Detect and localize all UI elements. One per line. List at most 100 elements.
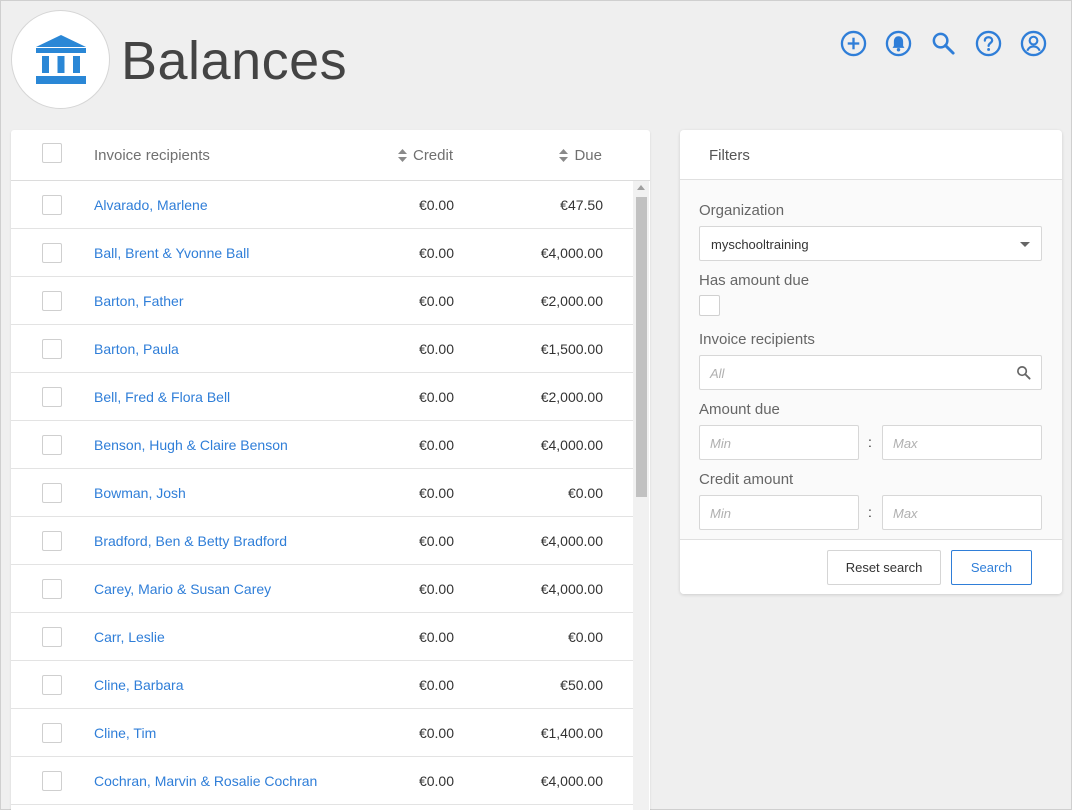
has-amount-due-checkbox[interactable] (699, 295, 720, 316)
due-value: €0.00 (567, 485, 603, 501)
chevron-down-icon (1020, 242, 1030, 247)
range-separator: : (868, 504, 872, 520)
filters-panel: Filters Organization myschooltraining Ha… (680, 130, 1062, 594)
due-value: €47.50 (560, 197, 603, 213)
table-row: Ball, Brent & Yvonne Ball €0.00 €4,000.00 (11, 229, 633, 277)
row-checkbox[interactable] (42, 531, 62, 551)
due-value: €1,500.00 (540, 341, 603, 357)
add-circle-icon[interactable] (840, 30, 867, 57)
column-header-credit[interactable]: Credit (397, 147, 453, 164)
credit-value: €0.00 (418, 629, 454, 645)
due-value: €2,000.00 (540, 293, 603, 309)
min-placeholder: Min (710, 506, 731, 521)
table-row: Barton, Paula €0.00 €1,500.00 (11, 325, 633, 373)
recipient-link[interactable]: Bell, Fred & Flora Bell (94, 389, 230, 405)
credit-amount-min-input[interactable]: Min (699, 495, 859, 530)
recipient-link[interactable]: Carey, Mario & Susan Carey (94, 581, 271, 597)
credit-value: €0.00 (418, 581, 454, 597)
filters-title: Filters (680, 130, 1062, 180)
recipient-link[interactable]: Ball, Brent & Yvonne Ball (94, 245, 249, 261)
column-header-invoice-recipients[interactable]: Invoice recipients (94, 147, 210, 164)
sort-icon (559, 149, 569, 162)
amount-due-max-input[interactable]: Max (882, 425, 1042, 460)
min-placeholder: Min (710, 436, 731, 451)
column-header-credit-label: Credit (412, 147, 453, 164)
recipient-link[interactable]: Bowman, Josh (94, 485, 186, 501)
due-value: €1,400.00 (540, 725, 603, 741)
table-row: Carr, Leslie €0.00 €0.00 (11, 613, 633, 661)
row-checkbox[interactable] (42, 723, 62, 743)
due-value: €50.00 (560, 677, 603, 693)
table-row: Cline, Barbara €0.00 €50.00 (11, 661, 633, 709)
filters-body: Organization myschooltraining Has amount… (680, 180, 1062, 539)
table-row: Bradford, Ben & Betty Bradford €0.00 €4,00… (11, 517, 633, 565)
row-checkbox[interactable] (42, 483, 62, 503)
search-icon (1017, 366, 1031, 380)
table-row: Benson, Hugh & Claire Benson €0.00 €4,000.… (11, 421, 633, 469)
row-checkbox[interactable] (42, 771, 62, 791)
scrollbar-thumb[interactable] (636, 197, 647, 497)
credit-value: €0.00 (418, 533, 454, 549)
search-icon[interactable] (930, 30, 957, 57)
reset-search-button[interactable]: Reset search (827, 550, 941, 585)
amount-due-min-input[interactable]: Min (699, 425, 859, 460)
credit-value: €0.00 (418, 389, 454, 405)
table-row: Alvarado, Marlene €0.00 €47.50 (11, 181, 633, 229)
table-scrollbar[interactable] (633, 181, 649, 810)
table-row: Carey, Mario & Susan Carey €0.00 €4,000.00 (11, 565, 633, 613)
invoice-recipients-input[interactable]: All (699, 355, 1042, 390)
organization-value: myschooltraining (711, 237, 809, 252)
recipient-link[interactable]: Alvarado, Marlene (94, 197, 208, 213)
column-header-due-label: Due (574, 147, 602, 164)
credit-value: €0.00 (418, 197, 454, 213)
help-icon[interactable] (975, 30, 1002, 57)
table-header: Invoice recipients Credit Due (11, 130, 650, 181)
row-checkbox[interactable] (42, 627, 62, 647)
credit-amount-max-input[interactable]: Max (882, 495, 1042, 530)
top-toolbar (840, 30, 1047, 57)
max-placeholder: Max (893, 506, 918, 521)
recipient-link[interactable]: Barton, Father (94, 293, 184, 309)
account-icon[interactable] (1020, 30, 1047, 57)
row-checkbox[interactable] (42, 291, 62, 311)
select-all-checkbox[interactable] (42, 143, 62, 163)
column-header-due[interactable]: Due (559, 147, 602, 164)
credit-value: €0.00 (418, 245, 454, 261)
row-checkbox[interactable] (42, 435, 62, 455)
invoice-recipients-placeholder: All (710, 366, 725, 381)
bank-icon (35, 34, 86, 84)
credit-value: €0.00 (418, 677, 454, 693)
app-logo (11, 10, 110, 109)
due-value: €4,000.00 (540, 533, 603, 549)
recipient-link[interactable]: Bradford, Ben & Betty Bradford (94, 533, 287, 549)
recipient-link[interactable]: Benson, Hugh & Claire Benson (94, 437, 288, 453)
recipient-link[interactable]: Cline, Barbara (94, 677, 184, 693)
table-row: Bowman, Josh €0.00 €0.00 (11, 469, 633, 517)
credit-value: €0.00 (418, 293, 454, 309)
row-checkbox[interactable] (42, 339, 62, 359)
scroll-up-arrow-icon[interactable] (637, 185, 645, 190)
row-checkbox[interactable] (42, 387, 62, 407)
due-value: €4,000.00 (540, 581, 603, 597)
recipient-link[interactable]: Carr, Leslie (94, 629, 165, 645)
recipient-link[interactable]: Cline, Tim (94, 725, 156, 741)
search-button[interactable]: Search (951, 550, 1032, 585)
due-value: €4,000.00 (540, 437, 603, 453)
organization-select[interactable]: myschooltraining (699, 226, 1042, 261)
due-value: €0.00 (567, 629, 603, 645)
table-row: Bell, Fred & Flora Bell €0.00 €2,000.00 (11, 373, 633, 421)
row-checkbox[interactable] (42, 675, 62, 695)
range-separator: : (868, 434, 872, 450)
table-row: Cochran, Marvin & Rosalie Cochran €0.00 €4… (11, 757, 633, 805)
sort-icon (397, 149, 407, 162)
bell-icon[interactable] (885, 30, 912, 57)
row-checkbox[interactable] (42, 195, 62, 215)
recipient-link[interactable]: Barton, Paula (94, 341, 179, 357)
balances-table: Invoice recipients Credit Due Alvarado, … (11, 130, 650, 810)
recipient-link[interactable]: Cochran, Marvin & Rosalie Cochran (94, 773, 317, 789)
row-checkbox[interactable] (42, 579, 62, 599)
credit-value: €0.00 (418, 485, 454, 501)
invoice-recipients-label: Invoice recipients (699, 331, 815, 348)
has-amount-due-label: Has amount due (699, 272, 810, 289)
row-checkbox[interactable] (42, 243, 62, 263)
